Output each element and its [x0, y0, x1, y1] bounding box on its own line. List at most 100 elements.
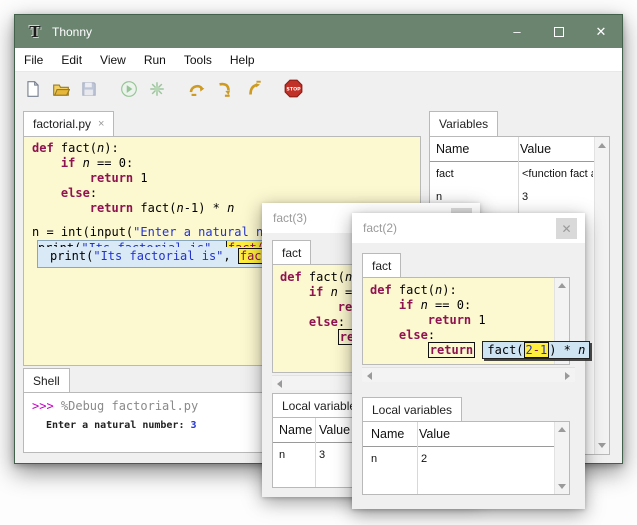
- svg-text:STOP: STOP: [286, 87, 301, 93]
- code-token: [370, 298, 399, 312]
- frame-window-fact2: fact(2) ✕ fact def fact(n): if n == 0: r…: [352, 213, 585, 509]
- save-file-icon[interactable]: [79, 79, 99, 99]
- code-token: fact(: [487, 343, 523, 357]
- fact2-code: def fact(n): if n == 0: return 1 else: r…: [370, 283, 569, 358]
- table-row[interactable]: n2: [363, 447, 553, 470]
- fact2-locals-rows[interactable]: n2: [363, 447, 553, 470]
- code-token: return: [90, 171, 133, 185]
- variables-scrollbar[interactable]: [594, 137, 609, 454]
- menu-file[interactable]: File: [15, 53, 52, 67]
- fact3-code-tab[interactable]: fact: [272, 240, 311, 264]
- code-token: [280, 285, 309, 299]
- cell-value: 3: [319, 449, 325, 461]
- minimize-button[interactable]: –: [496, 15, 538, 48]
- menu-edit[interactable]: Edit: [52, 53, 91, 67]
- code-token: [32, 186, 61, 200]
- maximize-button[interactable]: [538, 15, 580, 48]
- fact2-locals-tab[interactable]: Local variables: [362, 397, 462, 421]
- cell-value: 3: [522, 191, 528, 203]
- code-token: 2-1: [524, 342, 550, 358]
- fact3-title: fact(3): [273, 211, 307, 225]
- cell-value: <function fact a: [522, 168, 593, 180]
- code-line: if n == 0:: [370, 298, 569, 313]
- fact2-titlebar[interactable]: fact(2) ✕: [352, 213, 585, 243]
- code-token: def: [280, 270, 302, 284]
- close-button[interactable]: ✕: [580, 15, 622, 48]
- code-token: if: [61, 156, 75, 170]
- table-row[interactable]: fact<function fact a: [430, 162, 593, 185]
- run-script-icon[interactable]: [119, 79, 139, 99]
- fact2-locals-header: Name Value: [363, 422, 569, 447]
- code-token: else: [399, 328, 428, 342]
- code-token: return: [90, 201, 133, 215]
- toolbar: STOP: [15, 72, 622, 105]
- fact2-hscrollbar[interactable]: [362, 367, 575, 382]
- debug-script-icon[interactable]: [147, 79, 167, 99]
- menu-help[interactable]: Help: [221, 53, 264, 67]
- menu-tools[interactable]: Tools: [175, 53, 221, 67]
- code-token: if: [309, 285, 323, 299]
- titlebar[interactable]: T Thonny – ✕: [15, 15, 622, 48]
- variables-tab-label: Variables: [439, 117, 488, 131]
- code-token: fact(: [54, 141, 97, 155]
- code-token: fact(: [228, 241, 264, 247]
- code-token: :: [90, 186, 97, 200]
- open-file-icon[interactable]: [51, 79, 71, 99]
- code-token: -1) *: [184, 201, 227, 215]
- cell-name: n: [371, 453, 421, 465]
- fact2-locals-scrollbar[interactable]: [554, 422, 569, 494]
- fact2-title: fact(2): [363, 221, 397, 235]
- code-token: -: [533, 343, 540, 357]
- code-token: "Its factorial is": [93, 249, 223, 263]
- step-out-icon[interactable]: [243, 79, 263, 99]
- code-token: print(: [38, 241, 81, 247]
- fact2-code-tab-label: fact: [372, 259, 391, 273]
- code-token: n: [83, 156, 90, 170]
- code-token: if: [399, 298, 413, 312]
- step-over-icon[interactable]: [187, 79, 207, 99]
- code-token: [280, 330, 338, 344]
- code-token: [32, 171, 90, 185]
- step-into-icon[interactable]: [215, 79, 235, 99]
- code-token: n: [421, 298, 428, 312]
- fact2-close-button[interactable]: ✕: [556, 218, 577, 239]
- fact2-code-tab[interactable]: fact: [362, 253, 401, 277]
- new-file-icon[interactable]: [23, 79, 43, 99]
- editor-tab-factorial[interactable]: factorial.py ×: [23, 111, 114, 136]
- focused-statement: print("Its factorial is", fact(3)): [38, 247, 279, 267]
- code-token: return: [428, 313, 471, 327]
- variables-rows[interactable]: fact<function fact an3: [430, 162, 593, 208]
- code-token: ,: [211, 241, 225, 247]
- code-token: fact(: [133, 201, 176, 215]
- shell-command: %Debug factorial.py: [61, 399, 198, 413]
- code-token: [370, 328, 399, 342]
- menu-view[interactable]: View: [91, 53, 135, 67]
- code-token: def: [32, 141, 54, 155]
- code-token: [323, 285, 330, 299]
- variables-tab[interactable]: Variables: [429, 111, 498, 136]
- code-token: else: [309, 315, 338, 329]
- editor-tab-close-icon[interactable]: ×: [98, 118, 104, 130]
- stop-icon[interactable]: STOP: [283, 79, 303, 99]
- user-input: 3: [191, 420, 197, 431]
- menu-run[interactable]: Run: [135, 53, 175, 67]
- code-token: print(: [50, 249, 93, 263]
- fact3-code-tab-label: fact: [282, 246, 301, 260]
- code-line: if n == 0:: [32, 156, 420, 171]
- code-token: [413, 298, 420, 312]
- editor-tab-label: factorial.py: [33, 117, 91, 131]
- fact2-code-area[interactable]: def fact(n): if n == 0: return 1 else: r…: [362, 277, 570, 365]
- code-token: 2: [526, 343, 533, 357]
- cell-value: 2: [421, 453, 427, 465]
- maximize-icon: [554, 27, 564, 37]
- col-name: Name: [279, 423, 319, 437]
- code-token: ) *: [549, 343, 578, 357]
- code-token: 1: [133, 171, 147, 185]
- code-token: [370, 313, 428, 327]
- code-line: def fact(n):: [32, 141, 420, 156]
- shell-tab[interactable]: Shell: [23, 368, 70, 392]
- code-token: ):: [104, 141, 118, 155]
- clipped-line: print("Its factorial is", fact(3)): [38, 241, 279, 247]
- col-name: Name: [436, 142, 520, 156]
- code-token: [32, 156, 61, 170]
